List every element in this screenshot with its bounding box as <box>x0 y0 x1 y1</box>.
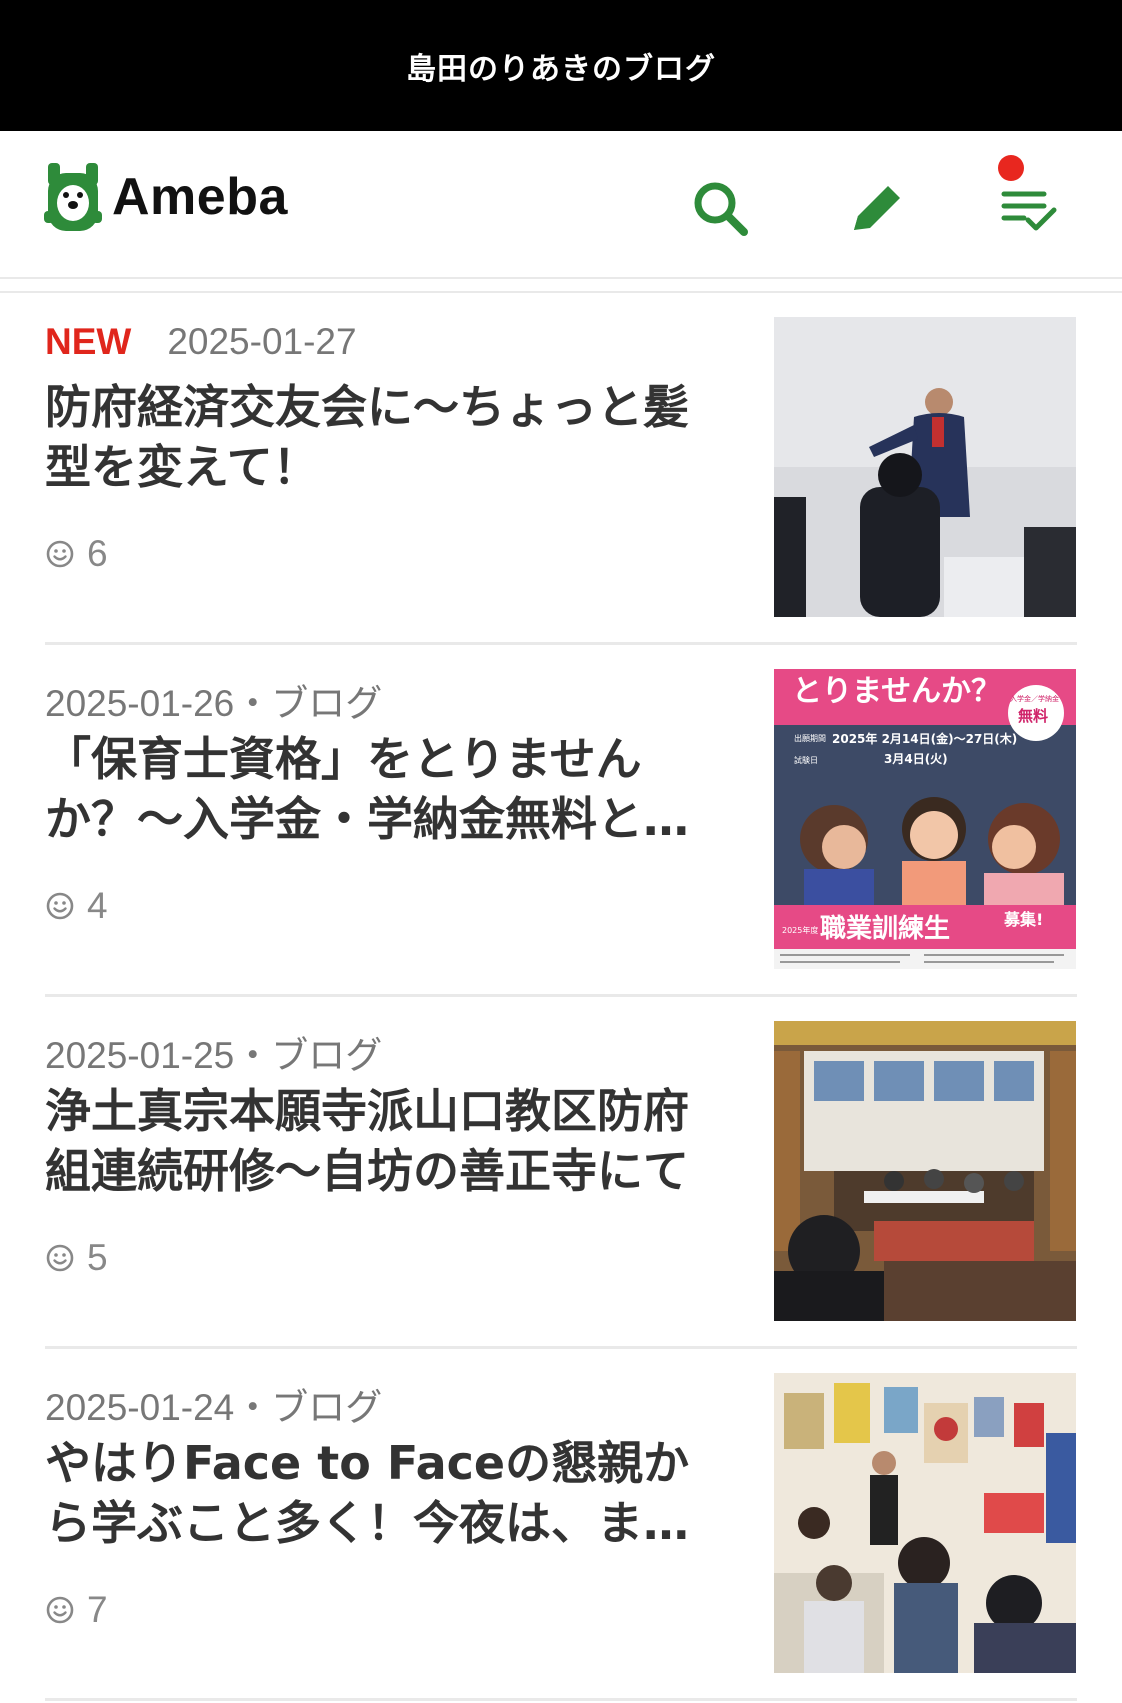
blog-title-bar: 島田のりあきのブログ <box>0 0 1122 131</box>
like-count[interactable]: 7 <box>45 1589 108 1631</box>
app-header: Ameba <box>0 131 1122 279</box>
flyer-bottom: 職業訓練生 <box>820 913 950 944</box>
entry-title[interactable]: 「保育士資格」をとりませんか？〜入学金・学納金無料と… <box>45 729 725 849</box>
like-count-value: 7 <box>87 1589 108 1630</box>
flyer-date-2: 3月4日(火) <box>884 752 948 766</box>
smile-icon <box>46 892 74 920</box>
entry-date: 2025-01-24・ブログ <box>45 1387 383 1428</box>
entry-title[interactable]: 防府経済交友会に〜ちょっと髪型を変えて！ <box>45 377 725 497</box>
search-button[interactable] <box>688 176 752 240</box>
entry-date: 2025-01-25・ブログ <box>45 1035 383 1076</box>
smile-icon <box>46 1244 74 1272</box>
new-badge: NEW <box>45 321 132 362</box>
ameba-logo[interactable]: Ameba <box>44 159 288 235</box>
blog-entry[interactable]: 2025-01-26・ブログ 「保育士資格」をとりませんか？〜入学金・学納金無料… <box>45 645 1077 997</box>
like-count-value: 5 <box>87 1237 108 1278</box>
entry-date: 2025-01-27 <box>167 321 357 362</box>
blog-title[interactable]: 島田のりあきのブログ <box>406 44 716 88</box>
like-count[interactable]: 4 <box>45 885 108 927</box>
smile-icon <box>46 1596 74 1624</box>
flyer-label-2: 試験日 <box>794 755 818 765</box>
write-post-button[interactable] <box>844 176 908 240</box>
blog-entry[interactable]: 2025-01-24・ブログ やはりFace to Faceの懇親から学ぶこと多… <box>45 1349 1077 1701</box>
temple-meeting-photo <box>774 1021 1076 1321</box>
checklist-icon <box>1001 191 1057 231</box>
entry-title[interactable]: 浄土真宗本願寺派山口教区防府組連続研修〜自坊の善正寺にて <box>45 1081 725 1201</box>
flyer-free-note: 入学金／学納金 <box>1010 694 1059 703</box>
entry-title[interactable]: やはりFace to Faceの懇親から学ぶこと多く！今夜は、ま… <box>45 1433 725 1553</box>
smile-icon <box>46 540 74 568</box>
entry-meta: NEW 2025-01-27 <box>45 321 357 363</box>
flyer-image: とりませんか？ 入学金／学納金 無料 出願期間 2025年 2月14日(金)〜2… <box>774 669 1076 969</box>
like-count-value: 4 <box>87 885 108 926</box>
blog-entry[interactable]: NEW 2025-01-27 防府経済交友会に〜ちょっと髪型を変えて！ 6 <box>45 293 1077 645</box>
ameba-mascot-icon <box>44 163 102 231</box>
flyer-free: 無料 <box>1018 707 1048 725</box>
flyer-bottom-year: 2025年度 <box>782 925 818 935</box>
divider <box>0 279 1122 293</box>
entry-thumbnail[interactable] <box>774 317 1076 617</box>
like-count-value: 6 <box>87 533 108 574</box>
restaurant-gathering-photo <box>774 1373 1076 1673</box>
like-count[interactable]: 6 <box>45 533 108 575</box>
reading-list-button[interactable] <box>998 176 1062 240</box>
entry-thumbnail[interactable] <box>774 1021 1076 1321</box>
entry-date: 2025-01-26・ブログ <box>45 683 383 724</box>
search-icon <box>694 182 748 236</box>
speaker-photo <box>774 317 1076 617</box>
flyer-date-1: 2025年 2月14日(金)〜27日(木) <box>832 731 1017 746</box>
entry-thumbnail[interactable] <box>774 1373 1076 1673</box>
flyer-label-1: 出願期間 <box>794 733 826 743</box>
pencil-icon <box>854 186 900 230</box>
entry-thumbnail[interactable]: とりませんか？ 入学金／学納金 無料 出願期間 2025年 2月14日(金)〜2… <box>774 669 1076 969</box>
notification-dot <box>998 155 1024 181</box>
like-count[interactable]: 5 <box>45 1237 108 1279</box>
flyer-recruit: 募集! <box>1003 910 1043 929</box>
logo-text: Ameba <box>112 168 288 226</box>
blog-entry[interactable]: 2025-01-25・ブログ 浄土真宗本願寺派山口教区防府組連続研修〜自坊の善正… <box>45 997 1077 1349</box>
flyer-headline: とりませんか？ <box>792 674 1001 709</box>
